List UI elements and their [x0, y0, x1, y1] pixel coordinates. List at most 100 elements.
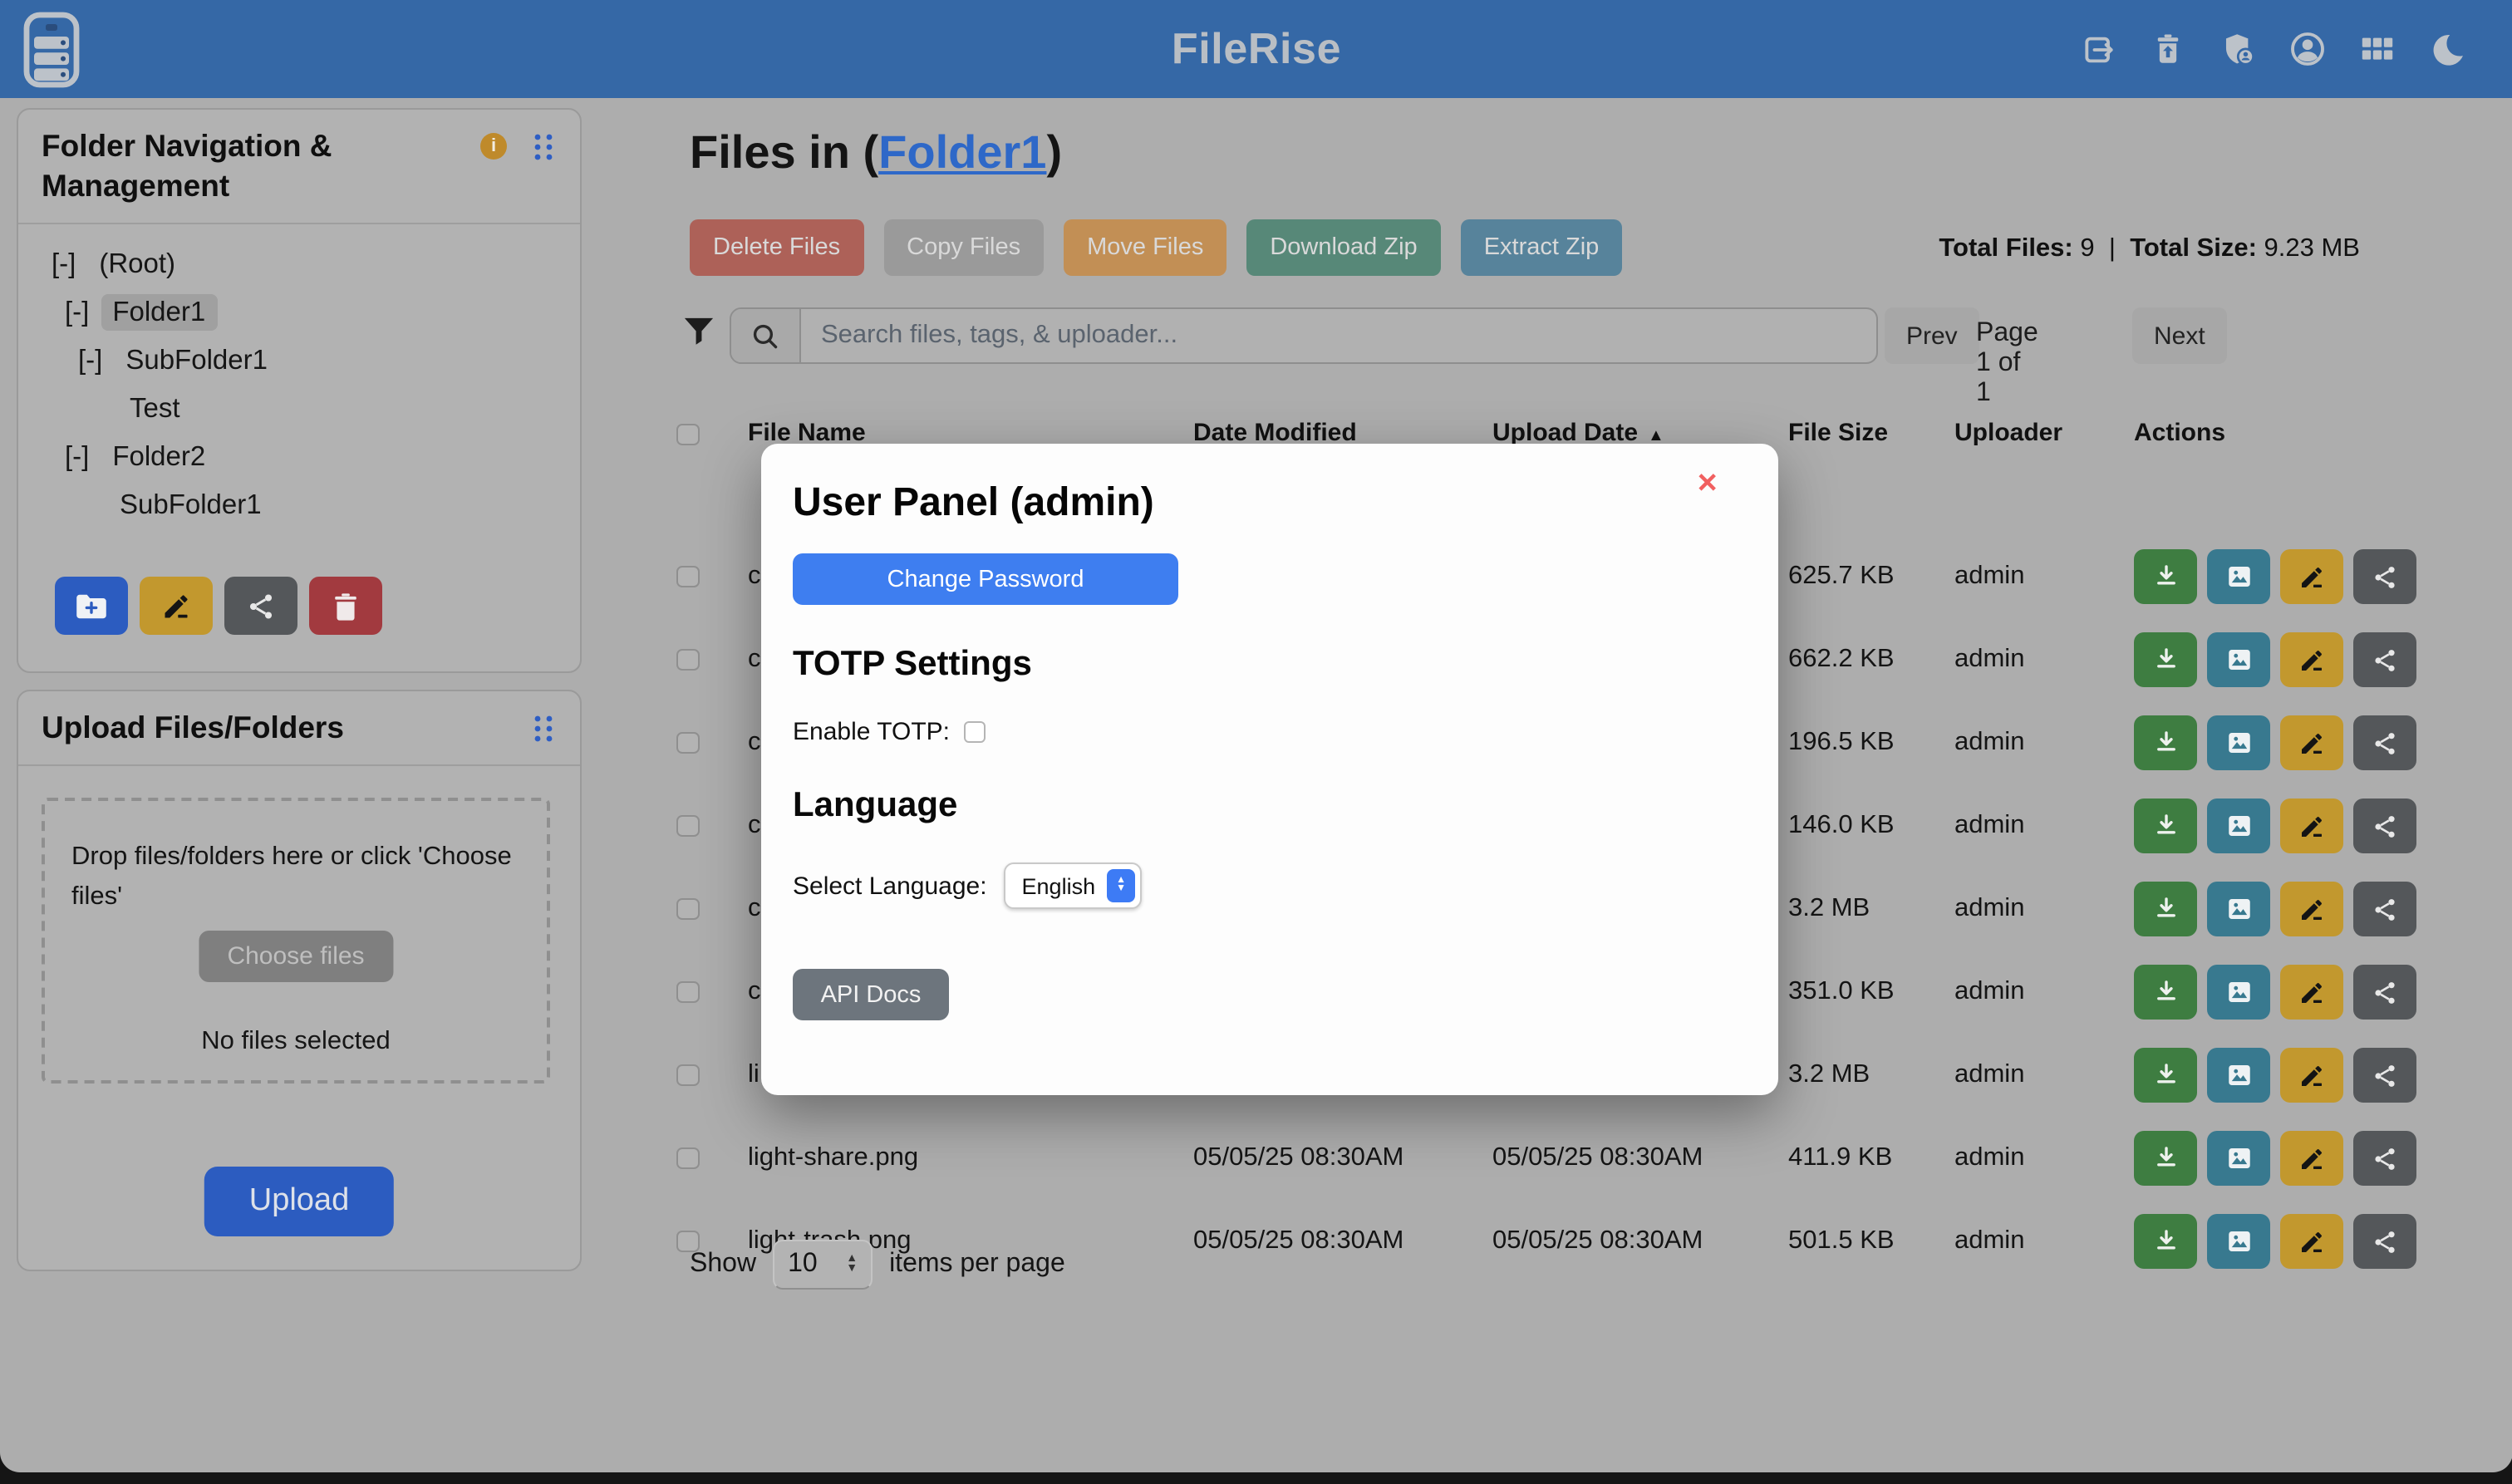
delete-folder-button[interactable]	[309, 577, 382, 635]
share-file-button[interactable]	[2353, 549, 2416, 604]
files-heading-prefix: Files in (	[690, 126, 878, 178]
edit-file-button[interactable]	[2280, 1131, 2343, 1186]
row-checkbox[interactable]	[676, 981, 700, 1003]
download-file-button[interactable]	[2134, 549, 2197, 604]
download-file-button[interactable]	[2134, 965, 2197, 1020]
share-file-button[interactable]	[2353, 882, 2416, 936]
preview-file-button[interactable]	[2207, 1048, 2270, 1103]
column-header[interactable]: Actions	[2134, 419, 2225, 447]
close-modal-button[interactable]: ✕	[1686, 470, 1728, 500]
filter-icon[interactable]	[683, 316, 715, 356]
tree-folder-label[interactable]: Test	[118, 391, 192, 427]
api-docs-button[interactable]: API Docs	[793, 969, 949, 1020]
row-checkbox[interactable]	[676, 566, 700, 587]
edit-file-button[interactable]	[2280, 549, 2343, 604]
logout-icon[interactable]	[2079, 30, 2117, 68]
share-file-button[interactable]	[2353, 965, 2416, 1020]
extract-zip-button[interactable]: Extract Zip	[1461, 219, 1623, 276]
download-file-button[interactable]	[2134, 799, 2197, 853]
drag-handle-icon[interactable]	[533, 133, 553, 170]
share-folder-button[interactable]	[224, 577, 297, 635]
upload-dropzone[interactable]: Drop files/folders here or click 'Choose…	[42, 798, 550, 1084]
edit-file-button[interactable]	[2280, 965, 2343, 1020]
edit-icon	[2298, 730, 2325, 756]
server-logo-button[interactable]	[23, 12, 80, 88]
admin-shield-icon[interactable]	[2219, 30, 2257, 68]
search-input[interactable]	[801, 309, 1876, 362]
share-file-button[interactable]	[2353, 632, 2416, 687]
download-zip-button[interactable]: Download Zip	[1246, 219, 1440, 276]
move-files-button[interactable]: Move Files	[1064, 219, 1227, 276]
share-file-button[interactable]	[2353, 1214, 2416, 1269]
download-file-button[interactable]	[2134, 632, 2197, 687]
download-file-button[interactable]	[2134, 882, 2197, 936]
preview-icon	[2224, 1227, 2253, 1256]
row-checkbox[interactable]	[676, 815, 700, 837]
upload-date-cell: 05/05/25 08:30AM	[1492, 1226, 1703, 1256]
preview-file-button[interactable]	[2207, 1214, 2270, 1269]
upload-button[interactable]: Upload	[204, 1167, 394, 1236]
column-header[interactable]: File Name	[748, 419, 866, 447]
row-checkbox[interactable]	[676, 1064, 700, 1086]
row-checkbox[interactable]	[676, 898, 700, 920]
preview-file-button[interactable]	[2207, 965, 2270, 1020]
prev-page-button[interactable]: Prev	[1885, 307, 1979, 364]
download-file-button[interactable]	[2134, 1048, 2197, 1103]
download-file-button[interactable]	[2134, 1131, 2197, 1186]
tree-toggle[interactable]: [-]	[52, 249, 76, 279]
share-file-button[interactable]	[2353, 715, 2416, 770]
create-folder-button[interactable]	[55, 577, 128, 635]
column-header[interactable]: Uploader	[1954, 419, 2062, 447]
edit-file-button[interactable]	[2280, 799, 2343, 853]
edit-file-button[interactable]	[2280, 1048, 2343, 1103]
preview-file-button[interactable]	[2207, 632, 2270, 687]
current-folder-link[interactable]: Folder1	[878, 126, 1046, 178]
download-file-button[interactable]	[2134, 1214, 2197, 1269]
edit-file-button[interactable]	[2280, 632, 2343, 687]
edit-icon	[2298, 896, 2325, 922]
tree-folder-label[interactable]: Folder2	[101, 439, 217, 475]
tree-toggle[interactable]: [-]	[78, 346, 102, 376]
tree-toggle[interactable]: [-]	[65, 442, 89, 472]
edit-file-button[interactable]	[2280, 715, 2343, 770]
trash-restore-icon[interactable]	[2149, 30, 2187, 68]
rename-folder-button[interactable]	[140, 577, 213, 635]
items-per-page-select[interactable]: 10 ▲▼	[773, 1240, 873, 1290]
language-select[interactable]: English ▲▼	[1004, 862, 1143, 909]
drag-handle-icon[interactable]	[533, 715, 553, 751]
tree-toggle[interactable]: [-]	[65, 297, 89, 327]
tree-folder-label[interactable]: Folder1	[101, 294, 217, 331]
user-panel-icon[interactable]	[2288, 30, 2327, 68]
preview-file-button[interactable]	[2207, 882, 2270, 936]
dark-mode-icon[interactable]	[2428, 30, 2466, 68]
edit-file-button[interactable]	[2280, 1214, 2343, 1269]
download-file-button[interactable]	[2134, 715, 2197, 770]
row-checkbox[interactable]	[676, 732, 700, 754]
share-file-button[interactable]	[2353, 1048, 2416, 1103]
tree-folder-label[interactable]: SubFolder1	[108, 487, 273, 523]
row-checkbox[interactable]	[676, 649, 700, 671]
delete-files-button[interactable]: Delete Files	[690, 219, 863, 276]
tree-folder-label[interactable]: (Root)	[87, 246, 187, 283]
copy-files-button[interactable]: Copy Files	[883, 219, 1044, 276]
row-checkbox[interactable]	[676, 1147, 700, 1169]
download-icon	[2151, 1061, 2180, 1089]
preview-file-button[interactable]	[2207, 799, 2270, 853]
choose-files-button[interactable]: Choose files	[199, 931, 392, 982]
preview-file-button[interactable]	[2207, 715, 2270, 770]
column-header[interactable]: File Size	[1788, 419, 1888, 447]
share-file-button[interactable]	[2353, 1131, 2416, 1186]
info-icon[interactable]: i	[480, 133, 507, 160]
column-header[interactable]: Upload Date▲	[1492, 419, 1664, 447]
edit-file-button[interactable]	[2280, 882, 2343, 936]
select-all-checkbox[interactable]	[676, 424, 700, 445]
enable-totp-checkbox[interactable]	[963, 721, 985, 743]
preview-file-button[interactable]	[2207, 549, 2270, 604]
column-header[interactable]: Date Modified	[1193, 419, 1357, 447]
next-page-button[interactable]: Next	[2132, 307, 2227, 364]
preview-file-button[interactable]	[2207, 1131, 2270, 1186]
tree-folder-label[interactable]: SubFolder1	[114, 342, 279, 379]
share-file-button[interactable]	[2353, 799, 2416, 853]
change-password-button[interactable]: Change Password	[793, 553, 1178, 605]
view-grid-icon[interactable]	[2358, 30, 2396, 68]
